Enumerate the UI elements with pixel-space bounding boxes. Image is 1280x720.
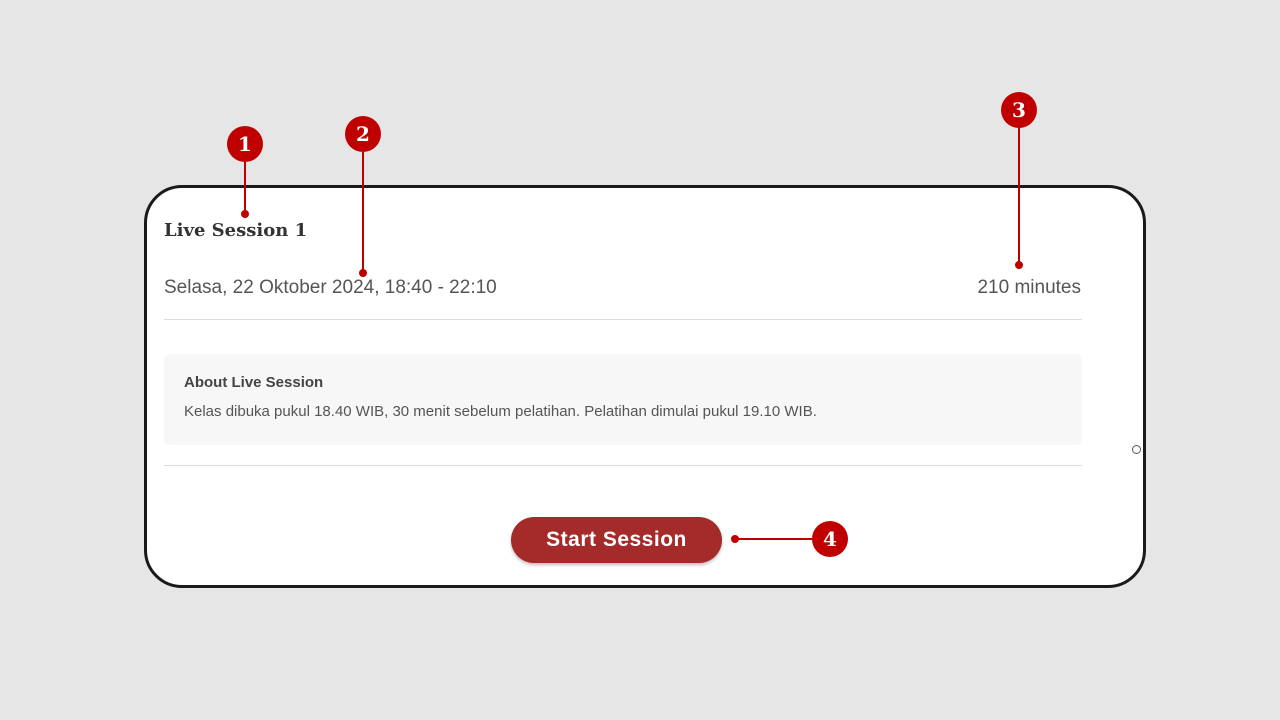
session-date: Selasa, 22 Oktober 2024, 18:40 - 22:10 [164, 277, 497, 298]
callout-number-3: 3 [1012, 98, 1026, 122]
callout-number-2: 2 [356, 122, 370, 146]
callout-badge-2 [345, 116, 381, 152]
about-text: Kelas dibuka pukul 18.40 WIB, 30 menit s… [184, 403, 817, 420]
callout-badge-1 [227, 126, 263, 162]
about-heading: About Live Session [184, 374, 324, 391]
stage: Live Session 1 Selasa, 22 Oktober 2024, … [0, 0, 1280, 720]
session-duration: 210 minutes [977, 277, 1081, 298]
divider [164, 319, 1082, 320]
device-side-button [1132, 445, 1141, 454]
start-session-button[interactable]: Start Session [511, 517, 722, 563]
about-panel: About Live Session Kelas dibuka pukul 18… [164, 354, 1082, 445]
callout-badge-3 [1001, 92, 1037, 128]
session-title: Live Session 1 [164, 220, 308, 241]
callout-number-1: 1 [238, 132, 252, 156]
divider [164, 465, 1082, 466]
